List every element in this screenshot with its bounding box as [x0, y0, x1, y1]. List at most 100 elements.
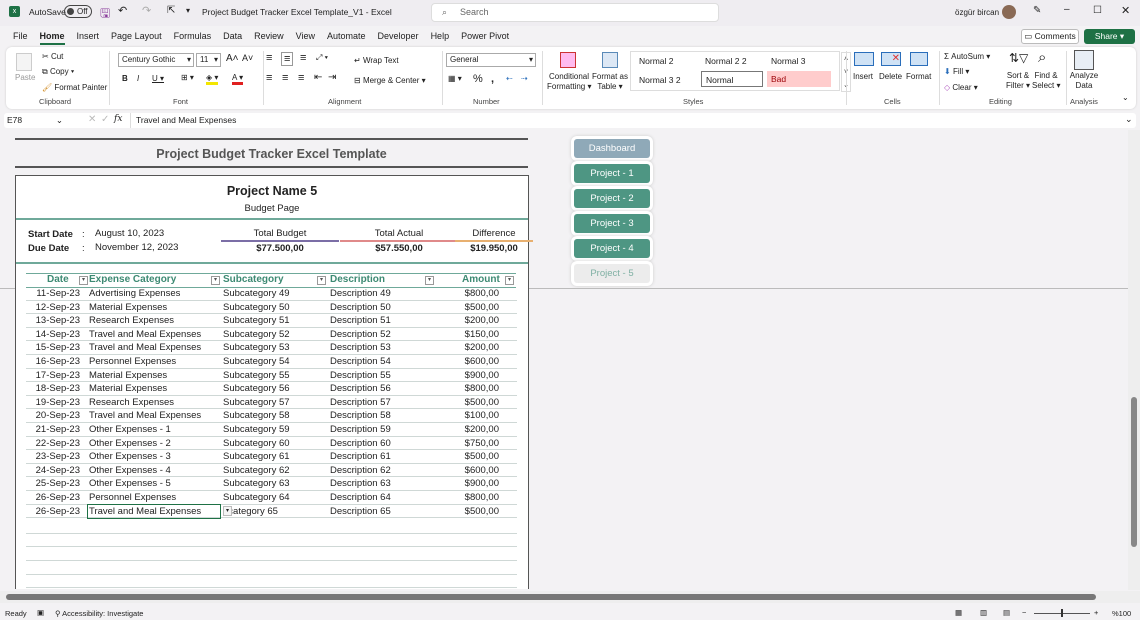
decrease-decimal-icon[interactable]: ⇢	[521, 74, 528, 83]
vertical-scroll-thumb[interactable]	[1131, 397, 1137, 547]
font-name-select[interactable]: Century Gothic ▾	[118, 53, 194, 67]
date-cell[interactable]: 26-Sep-23	[36, 506, 80, 517]
nav-button-project-3[interactable]: Project - 3	[574, 214, 650, 233]
horizontal-scrollbar[interactable]	[0, 591, 1140, 603]
category-cell[interactable]: Advertising Expenses	[89, 288, 180, 299]
align-center-icon[interactable]: ≡	[282, 72, 288, 84]
description-cell[interactable]: Description 52	[330, 329, 391, 340]
share-button[interactable]: Share ▾	[1084, 29, 1135, 44]
align-bottom-icon[interactable]: ≡	[300, 52, 306, 64]
align-right-icon[interactable]: ≡	[298, 72, 304, 84]
description-cell[interactable]: Description 53	[330, 342, 391, 353]
italic-icon[interactable]: I	[137, 74, 139, 83]
description-cell[interactable]: Description 54	[330, 356, 391, 367]
minimize-icon[interactable]: –	[1064, 4, 1070, 15]
subcategory-cell[interactable]: Subcategory 55	[223, 370, 290, 381]
nav-button-project-1[interactable]: Project - 1	[574, 164, 650, 183]
subcategory-cell[interactable]: Subcategory 59	[223, 424, 290, 435]
category-cell[interactable]: Travel and Meal Expenses	[89, 342, 201, 353]
conditional-formatting-button[interactable]: Conditional Formatting ▾	[547, 72, 591, 92]
tab-power-pivot[interactable]: Power Pivot	[461, 31, 509, 41]
subcategory-cell[interactable]: Subcategory 52	[223, 329, 290, 340]
nav-button-project-4[interactable]: Project - 4	[574, 239, 650, 258]
amount-cell[interactable]: $200,00	[465, 424, 499, 435]
amount-cell[interactable]: $900,00	[465, 478, 499, 489]
subcategory-cell[interactable]: Subcategory 53	[223, 342, 290, 353]
formula-input[interactable]: Travel and Meal Expenses	[136, 115, 236, 125]
enter-icon[interactable]: ✓	[101, 114, 109, 125]
amount-cell[interactable]: $600,00	[465, 356, 499, 367]
align-middle-icon[interactable]: ≡	[281, 52, 294, 66]
category-cell[interactable]: Personnel Expenses	[89, 492, 176, 503]
date-cell[interactable]: 14-Sep-23	[36, 329, 80, 340]
autosave-toggle[interactable]: Off	[64, 5, 92, 18]
close-icon[interactable]: ✕	[1121, 4, 1130, 17]
description-cell[interactable]: Description 62	[330, 465, 391, 476]
description-cell[interactable]: Description 56	[330, 383, 391, 394]
subcategory-cell[interactable]: Subcategory 56	[223, 383, 290, 394]
sort-filter-button[interactable]: Sort & Filter ▾	[1004, 71, 1032, 91]
font-color-icon[interactable]: A ▾	[232, 73, 244, 85]
format-as-table-button[interactable]: Format as Table ▾	[592, 72, 628, 92]
date-cell[interactable]: 23-Sep-23	[36, 451, 80, 462]
cancel-icon[interactable]: ✕	[88, 114, 96, 125]
save-icon[interactable]: 🖫	[100, 4, 110, 25]
paste-button[interactable]: Paste	[15, 73, 35, 82]
amount-cell[interactable]: $900,00	[465, 370, 499, 381]
format-button[interactable]: Format	[906, 72, 931, 81]
subcategory-cell[interactable]: Subcategory 58	[223, 410, 290, 421]
wrap-text-button[interactable]: ↵ Wrap Text	[354, 56, 399, 65]
increase-indent-icon[interactable]: ⇥	[328, 72, 336, 83]
description-cell[interactable]: Description 57	[330, 397, 391, 408]
amount-cell[interactable]: $800,00	[465, 383, 499, 394]
decrease-indent-icon[interactable]: ⇤	[314, 72, 322, 83]
category-cell[interactable]: Travel and Meal Expenses	[89, 329, 201, 340]
cut-button[interactable]: ✂ Cut	[42, 52, 63, 61]
date-cell[interactable]: 25-Sep-23	[36, 478, 80, 489]
borders-icon[interactable]: ⊞ ▾	[181, 73, 194, 82]
align-top-icon[interactable]: ≡	[266, 52, 272, 64]
increase-decimal-icon[interactable]: ⇠	[506, 74, 513, 83]
vertical-scrollbar[interactable]	[1128, 130, 1140, 590]
amount-cell[interactable]: $750,00	[465, 438, 499, 449]
tab-formulas[interactable]: Formulas	[174, 31, 212, 41]
avatar[interactable]	[1002, 5, 1016, 19]
category-cell[interactable]: Other Expenses - 3	[89, 451, 171, 462]
undo-icon[interactable]: ↶	[118, 4, 127, 17]
description-cell[interactable]: Description 51	[330, 315, 391, 326]
category-cell[interactable]: Travel and Meal Expenses	[89, 410, 201, 421]
date-cell[interactable]: 13-Sep-23	[36, 315, 80, 326]
page-break-icon[interactable]: ▤	[1003, 608, 1010, 617]
date-cell[interactable]: 26-Sep-23	[36, 492, 80, 503]
date-cell[interactable]: 24-Sep-23	[36, 465, 80, 476]
category-cell[interactable]: Material Expenses	[89, 302, 167, 313]
nav-button-project-5[interactable]: Project - 5	[574, 264, 650, 283]
date-cell[interactable]: 15-Sep-23	[36, 342, 80, 353]
tab-data[interactable]: Data	[223, 31, 242, 41]
subcategory-cell[interactable]: Subcategory 60	[223, 438, 290, 449]
category-cell[interactable]: Other Expenses - 4	[89, 465, 171, 476]
category-cell[interactable]: Other Expenses - 2	[89, 438, 171, 449]
amount-cell[interactable]: $200,00	[465, 342, 499, 353]
orientation-icon[interactable]: ⤢ ▾	[316, 53, 328, 63]
name-box[interactable]: E78 ⌄	[4, 113, 66, 128]
category-cell[interactable]: Research Expenses	[89, 397, 174, 408]
amount-cell[interactable]: $500,00	[465, 302, 499, 313]
comma-icon[interactable]: ,	[491, 73, 494, 85]
redo-icon[interactable]: ↷	[142, 4, 151, 17]
amount-cell[interactable]: $800,00	[465, 288, 499, 299]
fill-color-icon[interactable]: ◈ ▾	[206, 73, 219, 85]
zoom-slider[interactable]: − +	[1022, 608, 1102, 618]
category-cell[interactable]: Other Expenses - 5	[89, 478, 171, 489]
date-cell[interactable]: 20-Sep-23	[36, 410, 80, 421]
clear-button[interactable]: ◇ Clear ▾	[944, 83, 978, 92]
grow-font-icon[interactable]: A˄	[226, 53, 239, 64]
accessibility-status[interactable]: ⚲ Accessibility: Investigate	[55, 609, 143, 618]
category-cell[interactable]: Material Expenses	[89, 370, 167, 381]
amount-cell[interactable]: $600,00	[465, 465, 499, 476]
underline-icon[interactable]: U ▾	[152, 74, 164, 83]
description-cell[interactable]: Description 60	[330, 438, 391, 449]
style-normal-3[interactable]: Normal 3	[767, 53, 805, 69]
date-cell[interactable]: 22-Sep-23	[36, 438, 80, 449]
pointer-icon[interactable]: ⇱	[167, 5, 175, 16]
